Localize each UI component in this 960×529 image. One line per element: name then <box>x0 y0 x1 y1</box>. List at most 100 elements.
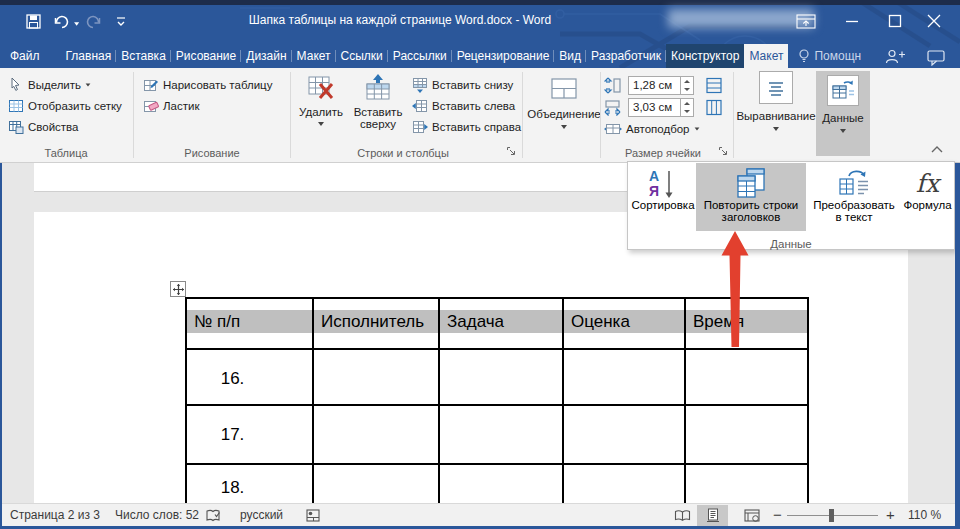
minimize-button[interactable] <box>843 12 861 30</box>
share-person-icon[interactable] <box>885 49 907 65</box>
group-label-draw: Рисование <box>184 147 239 159</box>
column-width-input[interactable]: 3,03 см <box>628 98 694 117</box>
repeat-header-rows-button[interactable]: Повторить строки заголовков <box>696 163 806 231</box>
group-label-rows-columns: Строки и столбцы <box>357 147 449 159</box>
collapse-ribbon-icon[interactable] <box>930 144 944 154</box>
table-row[interactable]: 17. <box>186 405 808 464</box>
tab-review[interactable]: Рецензирование <box>452 44 555 68</box>
insert-below-button[interactable]: Вставить снизу <box>412 76 513 94</box>
alignment-icon <box>766 78 786 98</box>
tab-table-design[interactable]: Конструктор <box>666 44 744 68</box>
insert-left-icon <box>412 98 428 114</box>
dialog-launcher-icon[interactable] <box>718 146 729 157</box>
merge-button[interactable]: Объединение <box>528 73 600 129</box>
repeat-header-rows-icon <box>734 167 768 199</box>
print-layout-icon <box>706 508 720 523</box>
draw-table-icon <box>143 77 159 93</box>
print-layout-button-active[interactable] <box>697 505 728 526</box>
table-properties-icon <box>8 119 24 135</box>
word-count[interactable]: Число слов: 52 <box>115 508 199 522</box>
language-indicator[interactable]: русский <box>240 508 283 522</box>
autofit-button[interactable]: Автоподбор <box>604 120 700 138</box>
zoom-slider-thumb[interactable] <box>829 509 834 522</box>
tab-draw[interactable]: Рисование <box>171 44 241 68</box>
autofit-icon <box>604 121 622 137</box>
dropdown-group-label: Данные <box>628 238 954 250</box>
account-name-blurred <box>668 9 814 28</box>
tab-references[interactable]: Ссылки <box>336 44 388 68</box>
red-arrow-annotation <box>715 225 755 355</box>
group-label-table: Таблица <box>44 147 87 159</box>
draw-table-button[interactable]: Нарисовать таблицу <box>143 76 272 94</box>
tab-home[interactable]: Главная <box>61 44 117 68</box>
read-mode-button[interactable] <box>668 505 696 526</box>
insert-left-button[interactable]: Вставить слева <box>412 97 515 115</box>
distribute-columns-icon[interactable] <box>705 99 723 116</box>
distribute-rows-icon[interactable] <box>705 77 723 94</box>
header-cell[interactable]: № п/п <box>186 298 313 349</box>
page-indicator[interactable]: Страница 2 из 3 <box>10 508 100 522</box>
tab-design[interactable]: Дизайн <box>241 44 291 68</box>
header-cell[interactable]: Оценка <box>563 298 685 349</box>
maximize-button[interactable] <box>886 12 904 30</box>
zoom-out-button[interactable]: − <box>773 506 782 523</box>
insert-right-button[interactable]: Вставить справа <box>412 118 521 136</box>
formula-button[interactable]: fx Формула <box>901 163 954 231</box>
tab-table-layout-selected[interactable]: Макет <box>744 44 788 68</box>
tab-insert[interactable]: Вставка <box>116 44 171 68</box>
data-icon-frame <box>827 75 859 106</box>
data-dropdown-panel: АЯ Сортировка Повторить строки заголовко… <box>627 161 955 250</box>
column-width-spinner[interactable] <box>680 99 693 116</box>
convert-to-text-icon <box>837 167 871 199</box>
tab-file[interactable]: Файл <box>5 44 45 68</box>
alignment-button[interactable]: Выравнивание <box>738 71 814 131</box>
table-move-handle[interactable] <box>170 281 186 297</box>
gridlines-icon <box>8 98 24 114</box>
eraser-button[interactable]: Ластик <box>143 97 199 115</box>
tab-developer[interactable]: Разработчик <box>586 44 666 68</box>
group-label-cell-size: Размер ячейки <box>625 147 701 159</box>
header-cell[interactable]: Задача <box>439 298 563 349</box>
ribbon-display-options-button[interactable] <box>796 13 817 30</box>
tab-mailings[interactable]: Рассылки <box>388 44 452 68</box>
view-gridlines-button[interactable]: Отобразить сетку <box>8 97 122 115</box>
macro-recording-icon[interactable] <box>306 509 320 522</box>
delete-button[interactable]: Удалить <box>296 73 346 126</box>
tab-help[interactable]: Помощн <box>791 44 868 68</box>
tab-layout[interactable]: Макет <box>292 44 336 68</box>
tab-view[interactable]: Вид <box>554 44 586 68</box>
close-button[interactable] <box>925 12 943 30</box>
lightbulb-icon <box>798 49 810 64</box>
header-cell[interactable]: Исполнитель <box>313 298 439 349</box>
insert-below-icon <box>412 77 428 93</box>
ribbon-content: Выделить Отобразить сетку Свойства Табли… <box>0 68 960 163</box>
row-height-input[interactable]: 1,28 см <box>628 76 694 95</box>
web-layout-button[interactable] <box>737 505 766 526</box>
sort-button[interactable]: АЯ Сортировка <box>630 163 696 231</box>
zoom-level[interactable]: 110 % <box>908 508 941 522</box>
insert-right-icon <box>412 119 428 135</box>
move-arrows-icon <box>173 284 184 295</box>
merge-cells-icon <box>548 73 580 105</box>
table-row[interactable]: 16. <box>186 349 808 405</box>
row-height-spinner[interactable] <box>680 77 693 94</box>
select-button[interactable]: Выделить <box>8 76 91 94</box>
group-separator <box>733 72 734 158</box>
window-border-left <box>0 163 2 529</box>
dialog-launcher-icon[interactable] <box>506 146 517 157</box>
comments-icon[interactable] <box>927 50 946 66</box>
svg-text:Я: Я <box>649 183 659 199</box>
row-height-icon[interactable] <box>604 77 622 94</box>
table-data-icon <box>831 79 855 103</box>
zoom-in-button[interactable]: + <box>886 506 895 523</box>
sort-icon: АЯ <box>648 167 678 199</box>
insert-above-button[interactable]: Вставить сверху <box>350 73 406 130</box>
ribbon-tabs: Файл Главная Вставка Рисование Дизайн Ма… <box>0 44 960 68</box>
alignment-icon-frame <box>759 71 793 104</box>
table-properties-button[interactable]: Свойства <box>8 118 79 136</box>
window-border-right <box>955 163 960 529</box>
column-width-icon[interactable] <box>604 99 622 116</box>
proofing-icon[interactable] <box>206 509 222 523</box>
convert-to-text-button[interactable]: Преобразовать в текст <box>807 163 901 231</box>
data-button-expanded[interactable]: Данные <box>816 71 870 156</box>
